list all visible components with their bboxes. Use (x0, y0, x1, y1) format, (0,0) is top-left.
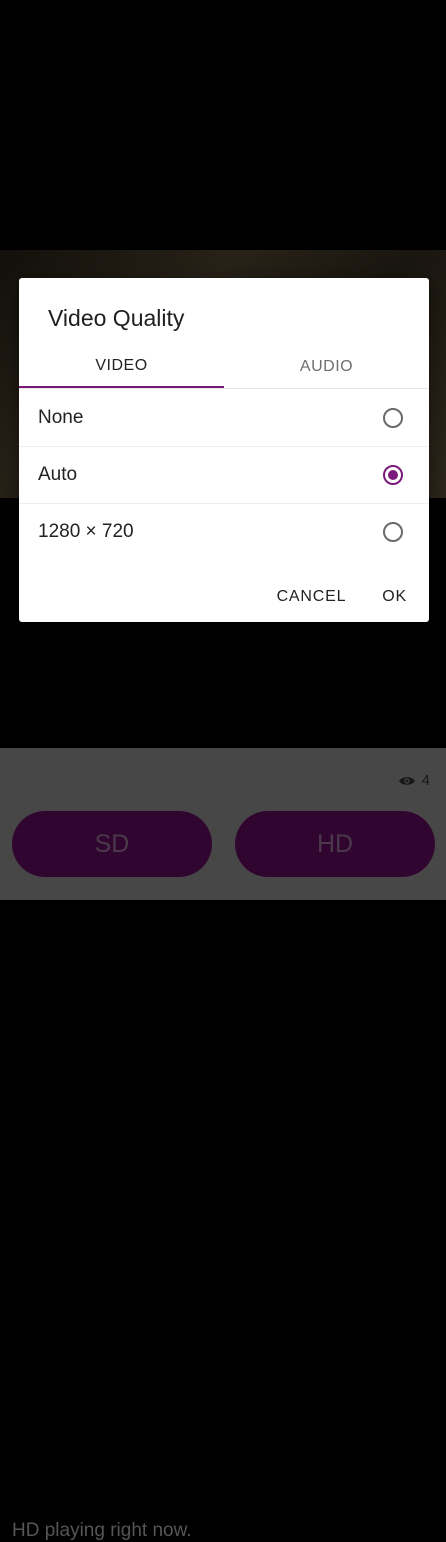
option-auto[interactable]: Auto (19, 447, 429, 504)
ok-button[interactable]: OK (382, 588, 407, 606)
cancel-button[interactable]: CANCEL (277, 588, 347, 606)
dialog-actions: CANCEL OK (277, 588, 407, 606)
radio-button-selected[interactable] (383, 465, 403, 485)
video-quality-dialog: Video Quality VIDEO AUDIO None Auto 1280… (19, 278, 429, 622)
option-label: None (38, 407, 84, 428)
quality-options: None Auto 1280 × 720 (19, 390, 429, 560)
playback-status: HD playing right now. (12, 1520, 192, 1541)
option-label: Auto (38, 464, 78, 485)
option-none[interactable]: None (19, 390, 429, 447)
radio-button[interactable] (383, 522, 403, 542)
option-label: 1280 × 720 (38, 521, 134, 542)
option-1280x720[interactable]: 1280 × 720 (19, 504, 429, 560)
radio-button[interactable] (383, 408, 403, 428)
tab-video[interactable]: VIDEO (19, 346, 224, 388)
dialog-title: Video Quality (48, 305, 185, 331)
quality-tabs: VIDEO AUDIO (19, 346, 429, 389)
tab-audio[interactable]: AUDIO (224, 346, 429, 388)
